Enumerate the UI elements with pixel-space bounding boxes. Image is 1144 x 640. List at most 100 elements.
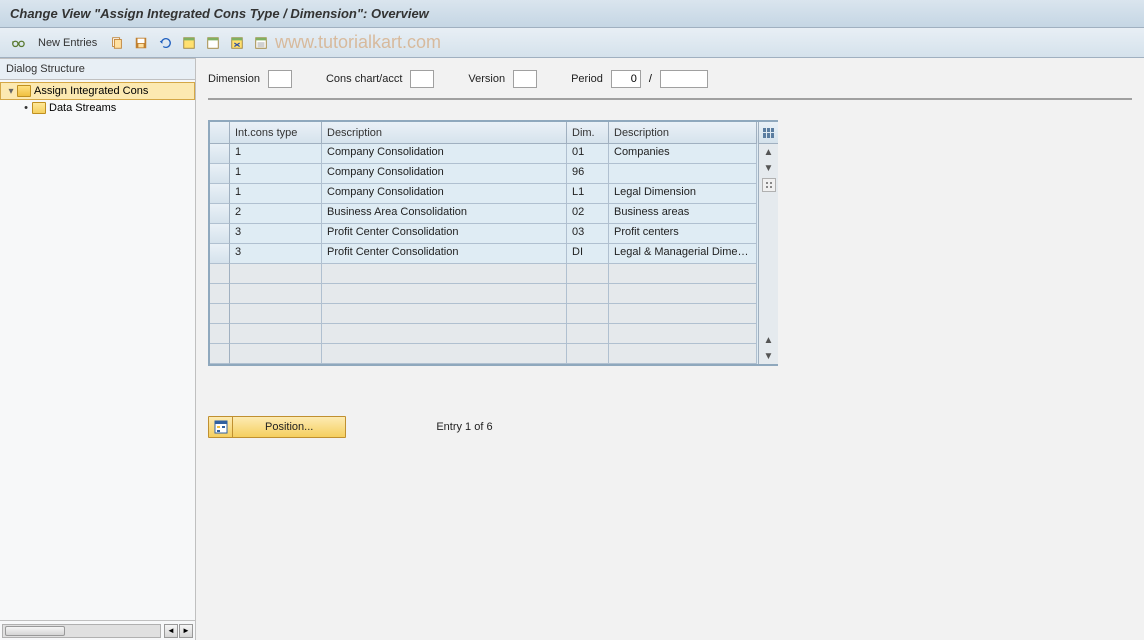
row-selector[interactable]: [210, 284, 230, 304]
version-input[interactable]: [513, 70, 537, 88]
table-row[interactable]: 1Company ConsolidationL1Legal Dimension: [210, 184, 758, 204]
cell-empty[interactable]: [567, 284, 609, 304]
cell-empty[interactable]: [230, 264, 322, 284]
cell-int-cons-type[interactable]: 3: [230, 244, 322, 264]
delete-icon[interactable]: [227, 33, 247, 53]
cell-empty[interactable]: [609, 264, 757, 284]
table-row[interactable]: 1Company Consolidation01Companies: [210, 144, 758, 164]
cell-empty[interactable]: [567, 264, 609, 284]
cell-description-1[interactable]: Profit Center Consolidation: [322, 244, 567, 264]
cell-empty[interactable]: [322, 304, 567, 324]
table-header-selector[interactable]: [210, 122, 230, 144]
cell-description-2[interactable]: Companies: [609, 144, 757, 164]
cell-description-1[interactable]: Company Consolidation: [322, 144, 567, 164]
table-row-empty[interactable]: [210, 324, 758, 344]
cell-description-2[interactable]: Legal Dimension: [609, 184, 757, 204]
cell-description-1[interactable]: Profit Center Consolidation: [322, 224, 567, 244]
cell-dim[interactable]: DI: [567, 244, 609, 264]
cell-int-cons-type[interactable]: 1: [230, 164, 322, 184]
cell-empty[interactable]: [230, 324, 322, 344]
cell-description-1[interactable]: Company Consolidation: [322, 184, 567, 204]
cell-empty[interactable]: [609, 324, 757, 344]
cell-int-cons-type[interactable]: 3: [230, 224, 322, 244]
cell-empty[interactable]: [230, 344, 322, 364]
scroll-up-bottom-icon[interactable]: ▲: [759, 332, 778, 348]
cell-dim[interactable]: L1: [567, 184, 609, 204]
cell-description-2[interactable]: Legal & Managerial Dimensi..: [609, 244, 757, 264]
scroll-down-icon[interactable]: ▼: [759, 160, 778, 176]
cell-dim[interactable]: 03: [567, 224, 609, 244]
row-selector[interactable]: [210, 204, 230, 224]
cell-dim[interactable]: 01: [567, 144, 609, 164]
row-selector[interactable]: [210, 184, 230, 204]
table-row[interactable]: 3Profit Center Consolidation03Profit cen…: [210, 224, 758, 244]
row-selector[interactable]: [210, 144, 230, 164]
table-row-empty[interactable]: [210, 284, 758, 304]
table-row-empty[interactable]: [210, 344, 758, 364]
cell-empty[interactable]: [322, 284, 567, 304]
table-row-empty[interactable]: [210, 264, 758, 284]
cell-int-cons-type[interactable]: 1: [230, 144, 322, 164]
row-selector[interactable]: [210, 244, 230, 264]
period-input-1[interactable]: [611, 70, 641, 88]
nav-right-icon[interactable]: ►: [179, 624, 193, 638]
row-selector[interactable]: [210, 344, 230, 364]
table-row[interactable]: 3Profit Center ConsolidationDILegal & Ma…: [210, 244, 758, 264]
cell-dim[interactable]: 02: [567, 204, 609, 224]
row-selector[interactable]: [210, 264, 230, 284]
cell-description-1[interactable]: Company Consolidation: [322, 164, 567, 184]
cell-empty[interactable]: [322, 324, 567, 344]
nav-left-icon[interactable]: ◄: [164, 624, 178, 638]
cell-int-cons-type[interactable]: 1: [230, 184, 322, 204]
row-selector[interactable]: [210, 324, 230, 344]
cell-empty[interactable]: [609, 304, 757, 324]
table-header-dim[interactable]: Dim.: [567, 122, 609, 144]
cell-dim[interactable]: 96: [567, 164, 609, 184]
select-all-icon[interactable]: [179, 33, 199, 53]
cell-empty[interactable]: [609, 284, 757, 304]
dimension-input[interactable]: [268, 70, 292, 88]
cell-empty[interactable]: [322, 264, 567, 284]
glasses-icon[interactable]: [8, 33, 28, 53]
table-header-description-1[interactable]: Description: [322, 122, 567, 144]
print-icon[interactable]: [251, 33, 271, 53]
scroll-track[interactable]: [759, 194, 778, 332]
cell-empty[interactable]: [567, 344, 609, 364]
table-header-description-2[interactable]: Description: [609, 122, 757, 144]
table-header-int-cons-type[interactable]: Int.cons type: [230, 122, 322, 144]
deselect-all-icon[interactable]: [203, 33, 223, 53]
cons-chart-input[interactable]: [410, 70, 434, 88]
tree-expand-icon[interactable]: ▾: [5, 86, 17, 97]
table-row[interactable]: 1Company Consolidation96: [210, 164, 758, 184]
cell-empty[interactable]: [322, 344, 567, 364]
cell-int-cons-type[interactable]: 2: [230, 204, 322, 224]
copy-icon[interactable]: [107, 33, 127, 53]
position-button[interactable]: Position...: [208, 416, 346, 438]
cell-empty[interactable]: [230, 284, 322, 304]
cell-empty[interactable]: [230, 304, 322, 324]
row-selector[interactable]: [210, 164, 230, 184]
cell-description-2[interactable]: [609, 164, 757, 184]
scroll-up-icon[interactable]: ▲: [759, 144, 778, 160]
cell-empty[interactable]: [567, 304, 609, 324]
new-entries-button[interactable]: New Entries: [32, 35, 103, 51]
scroll-page-indicator[interactable]: [762, 178, 776, 192]
row-selector[interactable]: [210, 224, 230, 244]
table-row-empty[interactable]: [210, 304, 758, 324]
cell-empty[interactable]: [567, 324, 609, 344]
cell-description-1[interactable]: Business Area Consolidation: [322, 204, 567, 224]
scroll-down-bottom-icon[interactable]: ▼: [759, 348, 778, 364]
row-selector[interactable]: [210, 304, 230, 324]
tree-item-assign-integrated-cons[interactable]: ▾ Assign Integrated Cons: [0, 82, 195, 100]
cell-empty[interactable]: [609, 344, 757, 364]
cell-description-2[interactable]: Profit centers: [609, 224, 757, 244]
save-icon[interactable]: [131, 33, 151, 53]
horizontal-scrollbar[interactable]: [2, 624, 161, 638]
undo-icon[interactable]: [155, 33, 175, 53]
table-config-button[interactable]: [759, 122, 778, 144]
table-row[interactable]: 2Business Area Consolidation02Business a…: [210, 204, 758, 224]
cell-description-2[interactable]: Business areas: [609, 204, 757, 224]
scrollbar-thumb[interactable]: [5, 626, 65, 636]
tree-item-data-streams[interactable]: • Data Streams: [0, 100, 195, 116]
period-input-2[interactable]: [660, 70, 708, 88]
